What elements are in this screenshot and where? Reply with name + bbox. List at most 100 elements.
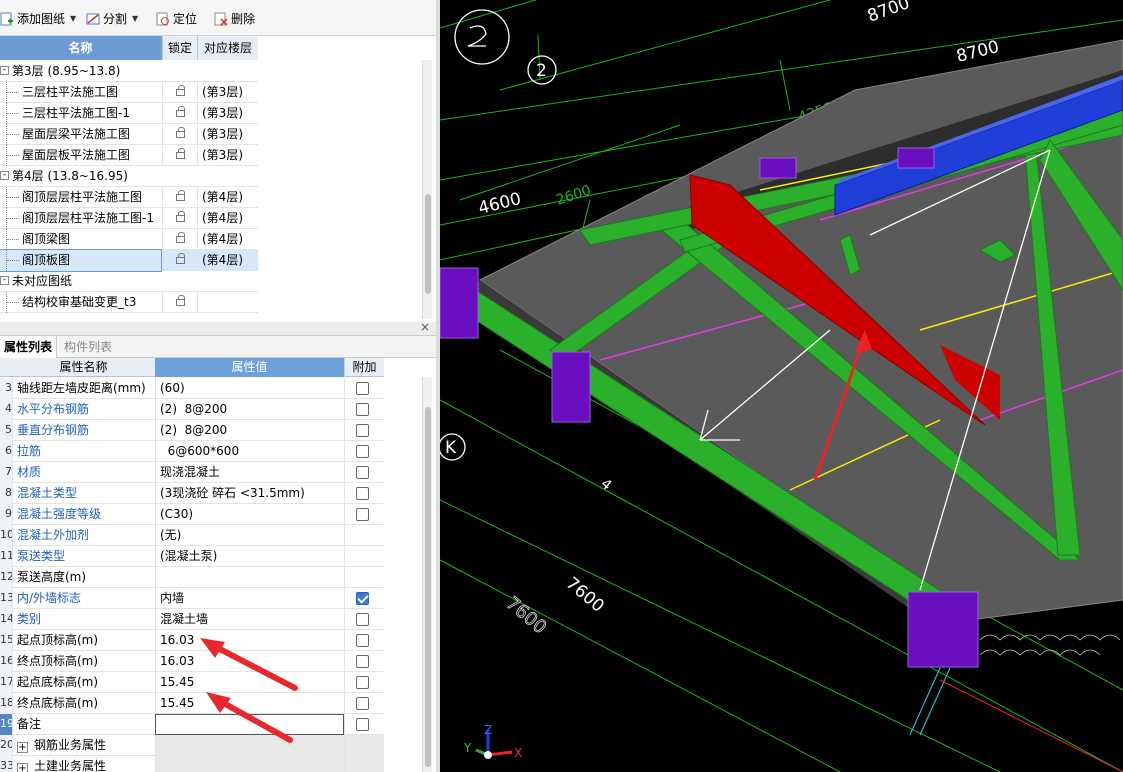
property-value[interactable] bbox=[155, 756, 344, 772]
column-header-floor[interactable]: 对应楼层 bbox=[197, 36, 258, 60]
collapse-icon[interactable]: - bbox=[0, 66, 9, 75]
property-row[interactable]: 20 + 钢筋业务属性 bbox=[0, 735, 384, 756]
close-icon[interactable]: × bbox=[420, 320, 430, 334]
property-row[interactable]: 6 拉筋 6@600*600 bbox=[0, 441, 384, 462]
collapse-icon[interactable]: - bbox=[0, 171, 9, 180]
property-row[interactable]: 19 备注 bbox=[0, 714, 384, 735]
checkbox-checked[interactable] bbox=[356, 592, 369, 605]
property-value[interactable]: (3现浇砼 碎石 <31.5mm) bbox=[155, 483, 344, 504]
drawing-group-row[interactable]: - 未对应图纸 bbox=[0, 271, 258, 292]
checkbox[interactable] bbox=[356, 403, 369, 416]
checkbox[interactable] bbox=[356, 466, 369, 479]
floor-cell[interactable]: (第3层) bbox=[197, 124, 258, 145]
drawing-row[interactable]: 阁顶层层柱平法施工图 (第4层) bbox=[0, 187, 258, 208]
property-value[interactable]: (无) bbox=[155, 525, 344, 546]
property-row[interactable]: 16 终点顶标高(m) 16.03 bbox=[0, 651, 384, 672]
drawing-row[interactable]: 阁顶梁图 (第4层) bbox=[0, 229, 258, 250]
property-row[interactable]: 3 轴线距左墙皮距离(mm) (60) bbox=[0, 378, 384, 399]
property-row[interactable]: 5 垂直分布钢筋 (2) 8@200 bbox=[0, 420, 384, 441]
scrollbar-thumb[interactable] bbox=[425, 407, 431, 767]
tab-component-list[interactable]: 构件列表 bbox=[60, 336, 116, 358]
checkbox[interactable] bbox=[356, 634, 369, 647]
property-value[interactable]: (C30) bbox=[155, 504, 344, 525]
drawing-row[interactable]: 阁顶层层柱平法施工图-1 (第4层) bbox=[0, 208, 258, 229]
floor-cell[interactable]: (第3层) bbox=[197, 82, 258, 103]
floor-cell[interactable]: (第4层) bbox=[197, 187, 258, 208]
lock-cell[interactable] bbox=[162, 187, 197, 208]
drawing-row[interactable]: 屋面层梁平法施工图 (第3层) bbox=[0, 124, 258, 145]
drawing-row[interactable]: 阁顶板图 (第4层) bbox=[0, 249, 258, 272]
property-table-scrollbar[interactable] bbox=[422, 377, 432, 772]
property-value[interactable]: 内墙 bbox=[155, 588, 344, 609]
checkbox[interactable] bbox=[356, 382, 369, 395]
drawing-group-row[interactable]: - 第3层 (8.95~13.8) bbox=[0, 61, 258, 82]
property-row[interactable]: 13 内/外墙标志 内墙 bbox=[0, 588, 384, 609]
floor-cell[interactable]: (第3层) bbox=[197, 103, 258, 124]
checkbox[interactable] bbox=[356, 445, 369, 458]
property-value[interactable]: 6@600*600 bbox=[155, 441, 344, 462]
scrollbar-thumb[interactable] bbox=[425, 194, 431, 294]
collapse-icon[interactable]: - bbox=[0, 276, 9, 285]
property-value[interactable]: 现浇混凝土 bbox=[155, 462, 344, 483]
floor-cell[interactable]: (第3层) bbox=[197, 145, 258, 166]
property-row[interactable]: 7 材质 现浇混凝土 bbox=[0, 462, 384, 483]
lock-cell[interactable] bbox=[162, 103, 197, 124]
property-value[interactable]: (2) 8@200 bbox=[155, 420, 344, 441]
floor-cell[interactable]: (第4层) bbox=[197, 208, 258, 229]
property-value[interactable] bbox=[155, 714, 344, 735]
lock-cell[interactable] bbox=[162, 82, 197, 103]
lock-cell[interactable] bbox=[162, 250, 197, 271]
delete-button[interactable]: 删除 bbox=[214, 9, 255, 29]
property-value[interactable]: 16.03 bbox=[155, 630, 344, 651]
checkbox[interactable] bbox=[356, 487, 369, 500]
property-row[interactable]: 14 类别 混凝土墙 bbox=[0, 609, 384, 630]
property-value[interactable]: 混凝土墙 bbox=[155, 609, 344, 630]
drawing-group-row[interactable]: - 第4层 (13.8~16.95) bbox=[0, 166, 258, 187]
lock-cell[interactable] bbox=[162, 124, 197, 145]
property-value[interactable]: 15.45 bbox=[155, 693, 344, 714]
property-value[interactable]: (60) bbox=[155, 378, 344, 399]
checkbox[interactable] bbox=[356, 676, 369, 689]
checkbox[interactable] bbox=[356, 655, 369, 668]
drawing-table-scrollbar[interactable] bbox=[422, 60, 432, 319]
property-row[interactable]: 4 水平分布钢筋 (2) 8@200 bbox=[0, 399, 384, 420]
floor-cell[interactable] bbox=[197, 292, 258, 313]
drawing-row[interactable]: 屋面层板平法施工图 (第3层) bbox=[0, 145, 258, 166]
checkbox[interactable] bbox=[356, 424, 369, 437]
property-row[interactable]: 18 终点底标高(m) 15.45 bbox=[0, 693, 384, 714]
column-header-name[interactable]: 名称 bbox=[0, 36, 161, 60]
property-value[interactable]: (混凝土泵) bbox=[155, 546, 344, 567]
checkbox[interactable] bbox=[356, 613, 369, 626]
property-value[interactable]: (2) 8@200 bbox=[155, 399, 344, 420]
add-drawing-button[interactable]: 添加图纸 ▼ bbox=[0, 9, 76, 29]
property-row[interactable]: 33 + 土建业务属性 bbox=[0, 756, 384, 772]
property-value[interactable]: 16.03 bbox=[155, 651, 344, 672]
floor-cell[interactable]: (第4层) bbox=[197, 229, 258, 250]
locate-button[interactable]: 定位 bbox=[156, 9, 197, 29]
checkbox[interactable] bbox=[356, 697, 369, 710]
3d-viewport[interactable]: 2 K 8700 8700 4350 4600 2600 7600 7600 4 bbox=[440, 0, 1123, 772]
lock-cell[interactable] bbox=[162, 208, 197, 229]
property-row[interactable]: 15 起点顶标高(m) 16.03 bbox=[0, 630, 384, 651]
drawing-row[interactable]: 三层柱平法施工图-1 (第3层) bbox=[0, 103, 258, 124]
property-row[interactable]: 12 泵送高度(m) bbox=[0, 567, 384, 588]
lock-cell[interactable] bbox=[162, 145, 197, 166]
property-row[interactable]: 10 混凝土外加剂 (无) bbox=[0, 525, 384, 546]
property-row[interactable]: 9 混凝土强度等级 (C30) bbox=[0, 504, 384, 525]
property-row[interactable]: 11 泵送类型 (混凝土泵) bbox=[0, 546, 384, 567]
tab-property-list[interactable]: 属性列表 bbox=[0, 336, 58, 358]
floor-cell[interactable]: (第4层) bbox=[197, 250, 258, 271]
property-value[interactable]: 15.45 bbox=[155, 672, 344, 693]
drawing-row[interactable]: 结构校审基础变更_t3 bbox=[0, 292, 258, 313]
checkbox[interactable] bbox=[356, 508, 369, 521]
lock-cell[interactable] bbox=[162, 292, 197, 313]
expand-icon[interactable]: + bbox=[17, 742, 28, 753]
property-value[interactable] bbox=[155, 735, 344, 756]
property-value[interactable] bbox=[155, 567, 344, 588]
property-row[interactable]: 8 混凝土类型 (3现浇砼 碎石 <31.5mm) bbox=[0, 483, 384, 504]
checkbox[interactable] bbox=[356, 718, 369, 731]
split-button[interactable]: 分割 ▼ bbox=[86, 9, 138, 29]
drawing-row[interactable]: 三层柱平法施工图 (第3层) bbox=[0, 82, 258, 103]
expand-icon[interactable]: + bbox=[17, 763, 28, 772]
property-row[interactable]: 17 起点底标高(m) 15.45 bbox=[0, 672, 384, 693]
